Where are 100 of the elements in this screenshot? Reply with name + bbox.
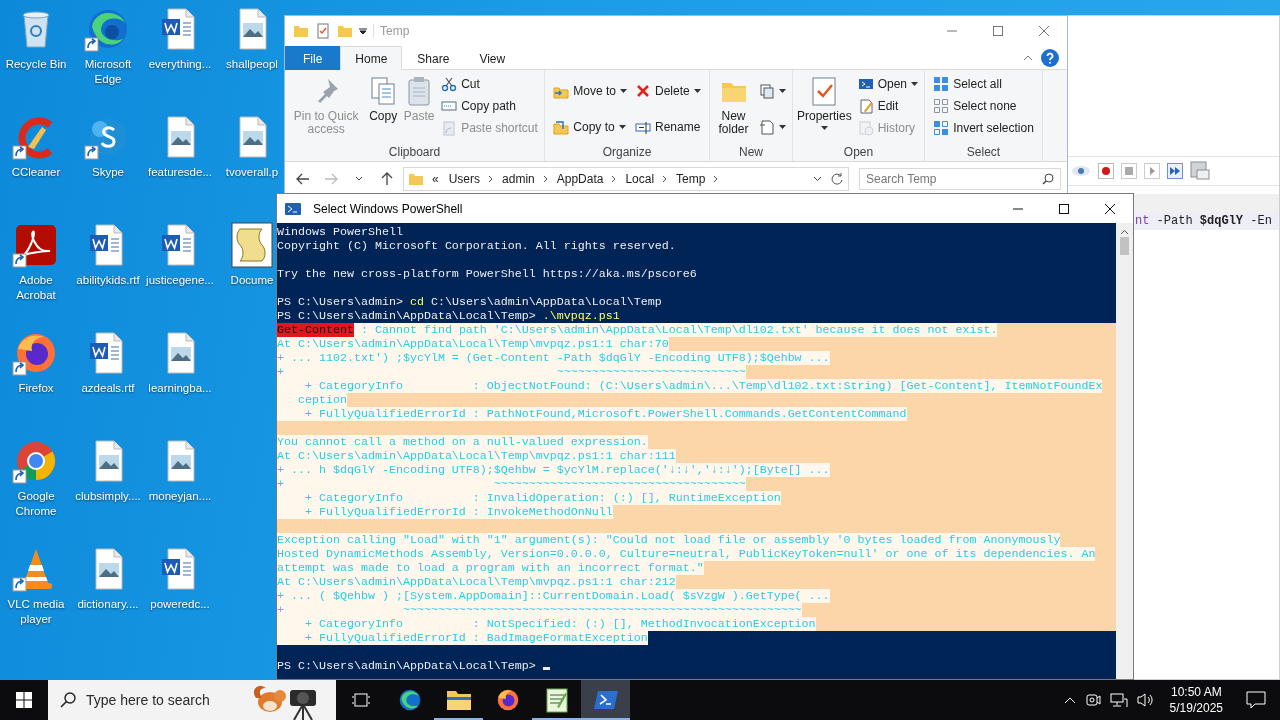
- network-icon[interactable]: [1109, 692, 1128, 708]
- chevron-icon: [488, 174, 495, 183]
- breadcrumb[interactable]: Local: [623, 171, 657, 186]
- desktop-icon-label[interactable]: Recycle Bin: [5, 57, 67, 72]
- notification-icon[interactable]: [1246, 691, 1266, 709]
- refresh-icon[interactable]: [830, 171, 844, 186]
- close-icon: [1105, 203, 1115, 214]
- desktop-icon-label[interactable]: justicegene...: [146, 273, 214, 288]
- back-arrow-icon: [296, 172, 310, 185]
- desktop-icon-label[interactable]: Skype: [92, 165, 124, 180]
- folder-icon: [445, 689, 472, 711]
- scissors-icon: [441, 76, 458, 92]
- ribbon-button[interactable]: Invert selection: [930, 117, 1037, 139]
- window-title: Temp: [373, 24, 410, 38]
- breadcrumb[interactable]: AppData: [554, 171, 606, 186]
- desktop-icon-label[interactable]: featuresde...: [148, 165, 212, 180]
- volume-icon[interactable]: [1136, 692, 1155, 708]
- ribbon-button[interactable]: Properties: [795, 73, 853, 145]
- ribbon-tab[interactable]: Share: [402, 46, 465, 70]
- ribbon-button[interactable]: Delete: [632, 80, 704, 102]
- chevron-icon: [713, 174, 720, 183]
- desktop-icon-label[interactable]: VLC media player: [0, 597, 72, 627]
- maximize-icon: [1059, 203, 1069, 214]
- desktop-icon-label[interactable]: Adobe Acrobat: [0, 273, 72, 303]
- camera-icon[interactable]: [1084, 692, 1101, 708]
- desktop-icon-label[interactable]: CCleaner: [11, 165, 61, 180]
- cross-icon: [635, 83, 651, 99]
- ribbon-tab[interactable]: View: [464, 46, 521, 70]
- eye-icon[interactable]: [1071, 164, 1091, 178]
- console-line: Copyright (C) Microsoft Corporation. All rights reserved.: [277, 239, 676, 253]
- overflow-button[interactable]: «: [430, 171, 441, 186]
- desktop-icon-label[interactable]: Google Chrome: [0, 489, 72, 519]
- desktop-icon-label[interactable]: Firefox: [18, 381, 54, 396]
- powershell-icon[interactable]: [285, 200, 301, 217]
- scrollbar-thumb[interactable]: [1120, 237, 1129, 255]
- task-view-icon: [351, 692, 370, 708]
- ribbon-button[interactable]: Select all: [930, 73, 1037, 95]
- breadcrumb[interactable]: admin: [500, 171, 537, 186]
- help-icon[interactable]: [1041, 48, 1059, 67]
- record-icon[interactable]: [1098, 163, 1114, 179]
- ribbon-button[interactable]: Move to: [550, 80, 630, 102]
- ribbon-button[interactable]: Select none: [930, 95, 1037, 117]
- ribbon-button[interactable]: Copy path: [438, 95, 541, 117]
- desktop-icon-label[interactable]: azdeals.rtf: [81, 381, 135, 396]
- powershell-icon: [593, 690, 618, 710]
- windows-logo-icon: [16, 692, 32, 708]
- search-box[interactable]: Type here to search: [48, 680, 336, 720]
- code-line: nt -Path $dqGlY -En: [1135, 214, 1272, 228]
- desktop-icon-label[interactable]: tvoverall.p: [225, 165, 279, 180]
- fast-forward-icon[interactable]: [1167, 163, 1183, 179]
- breadcrumb[interactable]: Temp: [674, 171, 708, 186]
- new-item-icon: [759, 83, 775, 99]
- search-icon[interactable]: [1042, 172, 1054, 185]
- caret-icon: [355, 176, 363, 181]
- breadcrumb[interactable]: Users: [446, 171, 483, 186]
- document-icon: [759, 119, 775, 135]
- checklist-icon[interactable]: [315, 23, 331, 39]
- console-line: PS C:\Users\admin\AppData\Local\Temp> .\mvpqz.ps1: [277, 309, 620, 323]
- caret-icon[interactable]: [359, 27, 367, 35]
- ribbon-button[interactable]: Cut: [438, 73, 541, 95]
- ribbon-button[interactable]: Open: [854, 73, 922, 95]
- clock[interactable]: 10:50 AM 5/19/2025: [1163, 684, 1229, 716]
- search-field[interactable]: Search Temp: [866, 171, 1042, 186]
- maximize-icon: [993, 26, 1003, 36]
- ribbon-tab[interactable]: Home: [340, 46, 403, 70]
- dropdown-icon[interactable]: [813, 175, 822, 182]
- group-label: Organize: [601, 145, 653, 159]
- console-line: Windows PowerShell: [277, 225, 403, 239]
- ribbon-button[interactable]: Edit: [854, 95, 922, 117]
- forward-arrow-icon: [324, 172, 338, 185]
- desktop-icon-label[interactable]: moneyjan....: [148, 489, 212, 504]
- error-line: + FullyQualifiedErrorId : BadImageFormatException: [277, 631, 648, 645]
- scroll-icon[interactable]: [230, 221, 274, 269]
- desktop-icon-label[interactable]: learningba...: [148, 381, 212, 396]
- close-icon: [1039, 26, 1049, 36]
- desktop-icon-label[interactable]: Microsoft Edge: [72, 57, 144, 87]
- search-box[interactable]: Search Temp: [859, 167, 1061, 190]
- ribbon-button[interactable]: Copy to: [550, 116, 630, 138]
- grid-outline-icon: [933, 98, 950, 114]
- chevron-up-icon[interactable]: [1063, 696, 1076, 704]
- taskbar-search-field[interactable]: Type here to search: [86, 692, 236, 708]
- up-arrow-icon: [381, 171, 393, 186]
- desktop-icon-label[interactable]: abilitykids.rtf: [76, 273, 140, 288]
- desktop-icon-label[interactable]: shallpeopl: [226, 57, 278, 72]
- ribbon-button[interactable]: Copy: [366, 73, 401, 145]
- clipboard-icon: [441, 120, 458, 136]
- scrollbar[interactable]: [1116, 223, 1133, 679]
- step-icon[interactable]: [1144, 163, 1160, 179]
- file-menu-button[interactable]: File: [285, 46, 341, 70]
- desktop-icon-label[interactable]: Docume: [230, 273, 274, 288]
- ribbon-button[interactable]: Rename: [632, 116, 704, 138]
- ribbon-button[interactable]: New folder: [713, 73, 754, 145]
- desktop-icon-label[interactable]: everything...: [148, 57, 212, 72]
- desktop-icon-label[interactable]: poweredc...: [150, 597, 210, 612]
- desktop-icon-label[interactable]: dictionary....: [77, 597, 139, 612]
- console-line: PS C:\Users\admin> cd C:\Users\admin\AppData\Local\Temp: [277, 295, 662, 309]
- group-label: Select: [965, 145, 1002, 159]
- collapse-ribbon-icon[interactable]: [1023, 54, 1033, 61]
- history-icon: [857, 120, 874, 136]
- desktop-icon-label[interactable]: clubsimply....: [75, 489, 141, 504]
